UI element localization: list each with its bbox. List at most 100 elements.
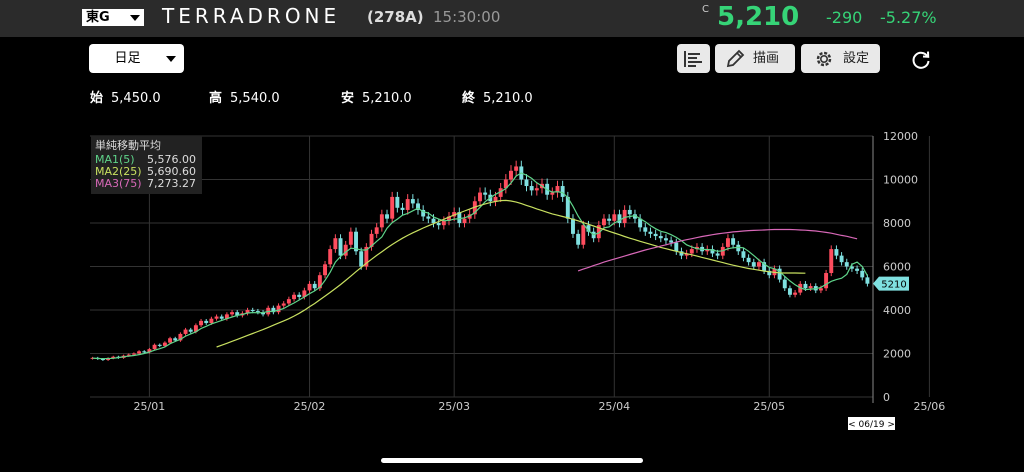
candle-body	[230, 312, 235, 315]
candle-body	[333, 238, 338, 250]
x-tick-label: 25/02	[294, 400, 326, 413]
candle-body	[534, 188, 539, 191]
candle-body	[581, 225, 586, 245]
candle-body	[493, 196, 498, 202]
candle-body	[183, 329, 188, 334]
candle-body	[865, 277, 870, 284]
candle-body	[751, 262, 756, 267]
candle-body	[643, 227, 648, 232]
candle-body	[462, 218, 467, 223]
candle-body	[152, 344, 157, 350]
legend-ma3-label: MA3(75)	[95, 177, 142, 190]
candle-body	[379, 214, 384, 228]
candle-body	[571, 218, 575, 234]
candle-body	[162, 342, 167, 346]
candle-body	[395, 196, 400, 208]
candle-body	[286, 299, 291, 304]
candlestick-chart[interactable]: 0 2000 4000 6000 8000 10000 12000 25/01 25/02 25/…	[0, 0, 1024, 472]
candle-body	[741, 251, 746, 258]
candle-body	[374, 227, 379, 234]
candle-body	[385, 214, 389, 219]
candle-body	[829, 249, 834, 274]
candle-body	[602, 218, 606, 226]
candle-body	[529, 186, 534, 191]
candle-body	[312, 283, 317, 289]
candle-body	[426, 216, 431, 219]
y-tick-label: 8000	[883, 217, 911, 230]
ma2-line	[216, 199, 806, 348]
candle-body	[478, 192, 482, 202]
candle-body	[622, 209, 627, 223]
candle-body	[612, 214, 617, 221]
candle-body	[292, 294, 297, 300]
ma-legend: 単純移動平均 MA1(5) 5,576.00 MA2(25) 5,690.60 MA…	[91, 136, 202, 194]
candle-body	[648, 231, 653, 234]
y-tick-label: 12000	[883, 130, 918, 143]
date-marker: < 06/19 >	[848, 420, 895, 430]
candle-body	[214, 316, 219, 319]
candle-body	[560, 186, 565, 197]
candle-body	[855, 268, 860, 271]
candle-body	[400, 207, 405, 210]
candle-body	[782, 279, 787, 289]
candle-body	[607, 218, 612, 221]
candle-body	[323, 264, 327, 276]
candle-body	[663, 238, 668, 241]
legend-ma3: MA3(75) 7,273.27	[95, 177, 200, 190]
last-price-label: 5210	[881, 280, 906, 291]
candle-body	[359, 251, 364, 267]
candle-body	[405, 199, 410, 210]
x-tick-label: 25/01	[134, 400, 166, 413]
legend-title: 単純移動平均	[95, 139, 161, 152]
candle-body	[834, 249, 839, 256]
candle-body	[131, 353, 136, 355]
candle-body	[524, 179, 529, 187]
candle-body	[338, 238, 343, 256]
candle-body	[627, 209, 632, 215]
y-tick-label: 6000	[883, 261, 911, 274]
candle-body	[653, 233, 658, 237]
y-tick-label: 0	[883, 391, 890, 404]
candle-body	[209, 318, 214, 324]
candle-body	[483, 192, 488, 195]
candle-body	[808, 286, 813, 289]
candle-body	[514, 166, 519, 171]
candle-body	[328, 249, 333, 265]
candle-body	[818, 288, 823, 291]
candle-body	[803, 283, 808, 289]
candle-body	[674, 242, 679, 252]
candle-body	[715, 253, 720, 256]
x-tick-label: 25/06	[914, 400, 946, 413]
candle-body	[441, 220, 446, 226]
candle-body	[173, 338, 178, 341]
legend-ma3-value: 7,273.27	[147, 177, 196, 190]
candle-body	[431, 218, 436, 223]
candle-body	[204, 320, 209, 324]
candle-body	[410, 199, 415, 204]
y-tick-label: 2000	[883, 348, 911, 361]
candle-body	[550, 192, 555, 195]
candle-body	[658, 236, 663, 239]
candle-body	[839, 255, 844, 263]
candle-body	[276, 305, 281, 313]
x-tick-label: 25/05	[753, 400, 785, 413]
x-tick-label: 25/04	[598, 400, 630, 413]
candle-body	[250, 310, 255, 312]
candle-body	[844, 262, 849, 267]
candle-body	[297, 294, 302, 297]
candle-body	[824, 273, 829, 289]
candle-body	[219, 316, 224, 319]
candle-body	[137, 351, 142, 354]
candle-body	[199, 320, 204, 326]
home-indicator[interactable]	[381, 458, 643, 463]
candle-body	[787, 288, 792, 295]
candle-body	[188, 329, 193, 332]
candle-body	[168, 338, 173, 343]
candle-body	[348, 231, 353, 245]
candle-body	[860, 270, 865, 278]
x-tick-label: 25/03	[438, 400, 470, 413]
y-tick-label: 10000	[883, 174, 918, 187]
candle-body	[689, 249, 694, 254]
candle-body	[142, 351, 147, 353]
y-tick-label: 4000	[883, 304, 911, 317]
